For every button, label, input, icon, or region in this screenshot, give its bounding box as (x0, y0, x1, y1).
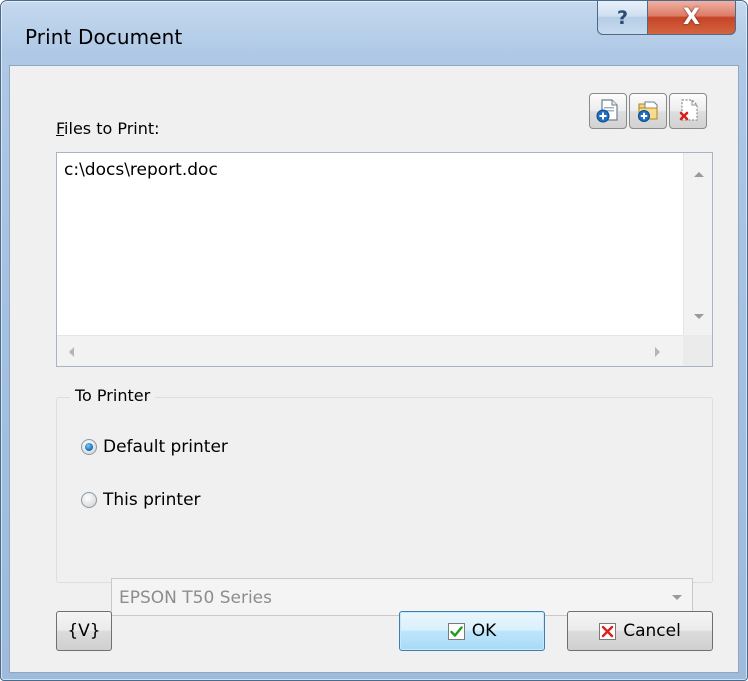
help-icon: ? (616, 6, 629, 29)
chevron-down-icon (672, 595, 682, 600)
cancel-button[interactable]: Cancel (567, 611, 713, 651)
scroll-left-arrow-icon[interactable] (69, 347, 74, 357)
printer-select-value: EPSON T50 Series (119, 588, 272, 608)
remove-file-button[interactable] (669, 93, 707, 129)
print-document-dialog: Print Document ? X Files to Print: c:\do… (0, 0, 748, 681)
horizontal-scrollbar[interactable] (57, 335, 683, 366)
this-printer-label: This printer (103, 490, 201, 510)
default-printer-radio[interactable]: Default printer (81, 437, 228, 457)
close-icon: X (683, 5, 700, 30)
to-printer-group: To Printer Default printer This printer … (56, 386, 713, 616)
scroll-up-arrow-icon[interactable] (694, 172, 704, 177)
files-label-accelerator: F (56, 119, 65, 138)
variables-button[interactable]: {V} (56, 611, 112, 651)
scrollbar-corner (683, 335, 712, 366)
cancel-button-label: Cancel (623, 621, 681, 641)
scroll-right-arrow-icon[interactable] (655, 347, 660, 357)
add-file-button[interactable] (589, 93, 627, 129)
files-listbox[interactable]: c:\docs\report.doc (56, 152, 713, 367)
ok-button[interactable]: OK (399, 611, 545, 651)
variables-button-label: {V} (67, 621, 101, 641)
this-printer-radio[interactable]: This printer (81, 490, 201, 510)
help-button[interactable]: ? (597, 1, 648, 35)
to-printer-group-label: To Printer (70, 386, 156, 405)
scroll-down-arrow-icon[interactable] (694, 314, 704, 319)
checkmark-icon (447, 622, 465, 640)
files-to-print-label: Files to Print: (56, 119, 160, 138)
files-label-text: iles to Print: (64, 119, 160, 138)
add-folder-button[interactable] (629, 93, 667, 129)
add-folder-icon (638, 101, 658, 122)
remove-file-icon (679, 99, 698, 121)
add-file-icon (596, 99, 618, 123)
radio-unchecked-icon[interactable] (81, 492, 97, 508)
cancel-x-icon (599, 622, 617, 640)
radio-checked-icon[interactable] (81, 439, 97, 455)
ok-button-label: OK (471, 621, 497, 641)
dialog-client-area: Files to Print: c:\docs\report.doc To Pr… (9, 65, 739, 673)
list-item[interactable]: c:\docs\report.doc (64, 160, 218, 180)
window-title: Print Document (25, 25, 183, 49)
vertical-scrollbar[interactable] (683, 153, 712, 336)
default-printer-label: Default printer (103, 437, 228, 457)
close-button[interactable]: X (647, 1, 736, 35)
